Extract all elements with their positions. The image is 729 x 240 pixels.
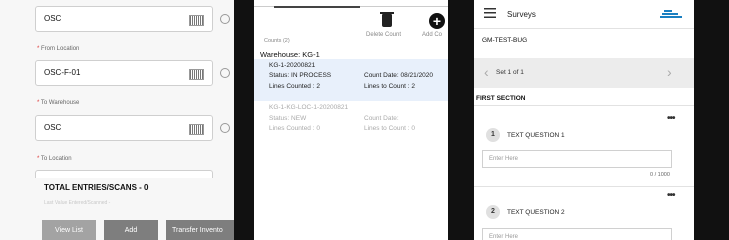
counts-screen: Delete Count + Add Co Counts (2) Warehou… bbox=[254, 0, 448, 240]
more-options-icon[interactable]: ••• bbox=[667, 190, 675, 201]
from-location-label: * From Location bbox=[37, 46, 80, 52]
more-options-icon[interactable]: ••• bbox=[667, 113, 675, 124]
warehouse-value: OSC bbox=[44, 14, 62, 23]
to-warehouse-field[interactable]: OSC bbox=[35, 115, 213, 141]
to-location-label: * To Location bbox=[37, 156, 72, 162]
answer-input[interactable]: Enter Here bbox=[482, 150, 672, 168]
lines-to-count: Lines to Count : 0 bbox=[364, 125, 415, 132]
menu-icon[interactable] bbox=[484, 8, 496, 18]
add-count-label[interactable]: Add Co bbox=[422, 32, 442, 38]
count-status: Status: IN PROCESS bbox=[269, 72, 332, 79]
answer-placeholder: Enter Here bbox=[489, 156, 519, 162]
view-list-button[interactable]: View List bbox=[42, 220, 96, 240]
character-counter: 0 / 1000 bbox=[650, 172, 670, 178]
transfer-screen: OSC * From Location OSC-F-01 * To Wareho… bbox=[0, 0, 234, 240]
answer-placeholder: Enter Here bbox=[489, 234, 519, 240]
question-text: TEXT QUESTION 1 bbox=[507, 132, 565, 139]
barcode-icon[interactable] bbox=[189, 124, 204, 135]
warehouse-group-label: Warehouse: KG-1 bbox=[260, 50, 320, 59]
count-status: Status: NEW bbox=[269, 115, 307, 122]
set-label: Set 1 of 1 bbox=[496, 69, 524, 76]
active-tab-indicator bbox=[274, 6, 360, 8]
survey-name: GM-TEST-BUG bbox=[482, 37, 528, 44]
barcode-icon[interactable] bbox=[189, 15, 204, 26]
count-id: KG-1-20200821 bbox=[269, 62, 316, 69]
divider bbox=[474, 28, 694, 29]
from-location-field[interactable]: OSC-F-01 bbox=[35, 60, 213, 86]
barcode-icon[interactable] bbox=[189, 69, 204, 80]
device-bezel bbox=[694, 0, 729, 240]
previous-set-icon[interactable]: ‹ bbox=[484, 64, 489, 80]
search-icon[interactable] bbox=[220, 68, 230, 78]
count-date: Count Date: bbox=[364, 115, 399, 122]
device-bezel bbox=[234, 0, 254, 240]
total-entries: TOTAL ENTRIES/SCANS - 0 bbox=[44, 183, 149, 192]
delete-count-label[interactable]: Delete Count bbox=[366, 32, 401, 38]
to-warehouse-value: OSC bbox=[44, 123, 62, 132]
transfer-inventory-button[interactable]: Transfer Invento bbox=[166, 220, 234, 240]
page-title: Surveys bbox=[507, 10, 536, 19]
brand-logo-icon bbox=[660, 10, 682, 20]
to-warehouse-label: * To Warehouse bbox=[37, 100, 80, 106]
from-location-value: OSC-F-01 bbox=[44, 68, 81, 77]
set-navigator: ‹ Set 1 of 1 › bbox=[474, 58, 694, 88]
search-icon[interactable] bbox=[220, 14, 230, 24]
counts-total: Counts (2) bbox=[264, 38, 290, 44]
lines-counted: Lines Counted : 2 bbox=[269, 83, 320, 90]
delete-count-icon[interactable] bbox=[380, 12, 394, 27]
last-value-label: Last Value Entered/Scanned - bbox=[44, 200, 111, 206]
lines-counted: Lines Counted : 0 bbox=[269, 125, 320, 132]
count-id: KG-1-KG-LOC-1-20200821 bbox=[269, 104, 349, 111]
section-title: FIRST SECTION bbox=[476, 95, 526, 102]
warehouse-field[interactable]: OSC bbox=[35, 6, 213, 32]
question-number: 2 bbox=[486, 205, 500, 219]
divider bbox=[474, 186, 694, 187]
device-bezel bbox=[448, 0, 474, 240]
question-text: TEXT QUESTION 2 bbox=[507, 209, 565, 216]
lines-to-count: Lines to Count : 2 bbox=[364, 83, 415, 90]
count-row[interactable]: KG-1-KG-LOC-1-20200821 Status: NEW Count… bbox=[254, 101, 448, 141]
answer-input[interactable]: Enter Here bbox=[482, 228, 672, 240]
to-location-field[interactable] bbox=[35, 170, 213, 178]
add-button[interactable]: Add bbox=[104, 220, 158, 240]
divider bbox=[474, 105, 694, 106]
next-set-icon[interactable]: › bbox=[667, 64, 672, 80]
add-count-icon[interactable]: + bbox=[429, 13, 445, 29]
count-date: Count Date: 08/21/2020 bbox=[364, 72, 434, 79]
question-number: 1 bbox=[486, 128, 500, 142]
count-row[interactable]: KG-1-20200821 Status: IN PROCESS Count D… bbox=[254, 59, 448, 101]
surveys-screen: Surveys GM-TEST-BUG ‹ Set 1 of 1 › FIRST… bbox=[474, 0, 694, 240]
search-icon[interactable] bbox=[220, 123, 230, 133]
